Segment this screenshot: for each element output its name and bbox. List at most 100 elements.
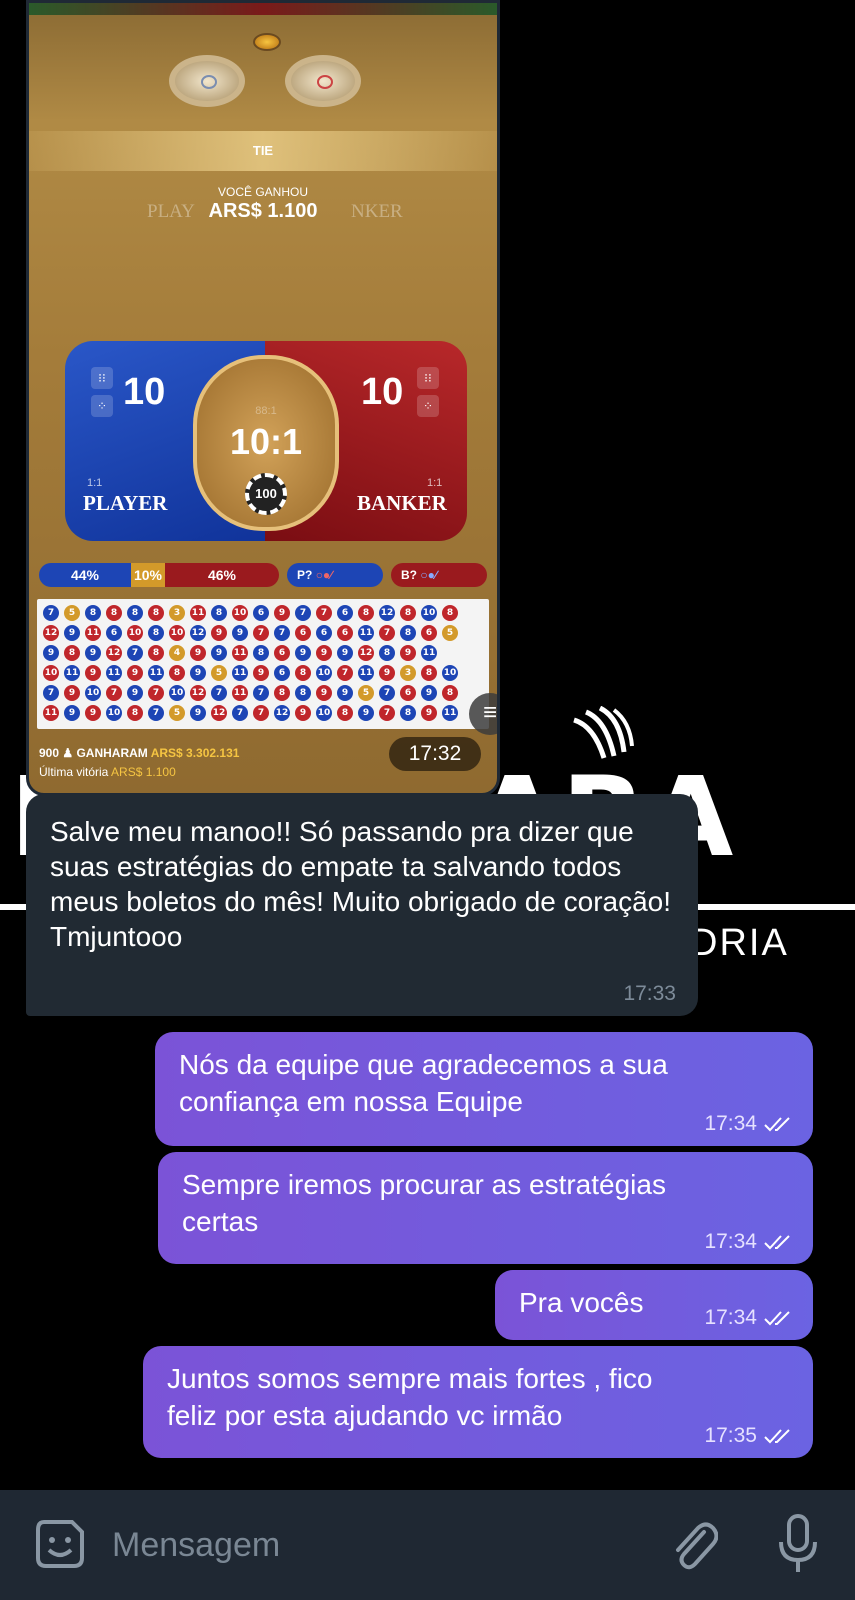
bead-result: 9 <box>337 645 353 661</box>
bead-result: 11 <box>43 705 59 721</box>
bead-result: 9 <box>85 645 101 661</box>
bead-result: 10 <box>316 665 332 681</box>
bead-result: 7 <box>379 705 395 721</box>
bead-result: 7 <box>253 625 269 641</box>
double-check-icon <box>764 1311 790 1326</box>
bead-result: 9 <box>400 645 416 661</box>
bead-result: 8 <box>421 665 437 681</box>
bead-result: 11 <box>442 705 458 721</box>
bead-result: 11 <box>232 665 248 681</box>
bead-result: 7 <box>148 705 164 721</box>
outgoing-message[interactable]: Pra vocês 17:34 <box>495 1270 813 1340</box>
bead-result: 12 <box>43 625 59 641</box>
bead-result: 8 <box>127 705 143 721</box>
double-check-icon <box>764 1429 790 1444</box>
bead-result: 8 <box>64 645 80 661</box>
player-predict-label: P? <box>297 568 313 582</box>
bead-result: 8 <box>127 605 143 621</box>
banker-predict-label: B? <box>401 568 417 582</box>
bead-result: 9 <box>43 645 59 661</box>
banker-label: BANKER <box>357 491 447 515</box>
message-time: 17:35 <box>704 1424 757 1447</box>
outgoing-message[interactable]: Juntos somos sempre mais fortes , fico fe… <box>143 1346 813 1458</box>
message-input-bar: Mensagem <box>0 1490 855 1600</box>
message-text: Juntos somos sempre mais fortes , fico fe… <box>167 1360 653 1434</box>
bead-result: 6 <box>295 625 311 641</box>
bead-result: 6 <box>253 605 269 621</box>
paperclip-icon[interactable] <box>668 1516 718 1572</box>
player-predict-button[interactable]: P? ○●∕ <box>287 563 383 587</box>
bead-result: 8 <box>400 605 416 621</box>
bead-result: 9 <box>64 685 80 701</box>
bead-result: 6 <box>337 625 353 641</box>
bead-result: 3 <box>169 605 185 621</box>
bead-result: 12 <box>106 645 122 661</box>
bead-result: 12 <box>211 705 227 721</box>
photo-message[interactable]: TIE VOCÊ GANHOU PLAY NKER ARS$ 1.100 ⁝⁝ … <box>26 0 500 796</box>
bead-result: 10 <box>43 665 59 681</box>
bead-result: 9 <box>421 685 437 701</box>
banker-payout: 1:1 <box>427 477 443 489</box>
bead-result: 6 <box>274 645 290 661</box>
bead-result: 7 <box>148 685 164 701</box>
banker-score: 10 <box>361 371 404 413</box>
message-meta: 17:34 <box>704 1306 797 1330</box>
bead-result: 8 <box>337 705 353 721</box>
bead-result: 9 <box>232 625 248 641</box>
bead-result: 7 <box>337 665 353 681</box>
bead-result: 12 <box>379 605 395 621</box>
outgoing-message[interactable]: Sempre iremos procurar as estratégias cer… <box>158 1152 813 1264</box>
bead-result: 8 <box>169 665 185 681</box>
bead-result: 9 <box>316 645 332 661</box>
table-felt <box>29 3 497 15</box>
bead-result: 11 <box>148 665 164 681</box>
bead-result: 8 <box>274 685 290 701</box>
message-line: Juntos somos sempre mais fortes , fico <box>167 1363 653 1394</box>
double-check-icon <box>764 1235 790 1250</box>
last-win-amount: ARS$ 1.100 <box>111 765 176 779</box>
banker-predict-button[interactable]: B? ○●∕ <box>391 563 487 587</box>
message-line: Nós da equipe que agradecemos a sua <box>179 1049 668 1080</box>
banker-percent: 46% <box>165 563 279 587</box>
bead-result: 6 <box>106 625 122 641</box>
bead-result: 8 <box>442 605 458 621</box>
bead-result: 5 <box>358 685 374 701</box>
microphone-icon[interactable] <box>778 1512 818 1576</box>
message-time: 17:34 <box>704 1306 757 1329</box>
winners-amount: ARS$ 3.302.131 <box>150 746 240 760</box>
bead-result: 10 <box>169 625 185 641</box>
bead-result: 9 <box>379 665 395 681</box>
bead-result: 10 <box>169 685 185 701</box>
message-input[interactable]: Mensagem <box>112 1526 280 1565</box>
bead-result: 9 <box>211 645 227 661</box>
message-meta: 17:34 <box>704 1230 797 1254</box>
sticker-emoji-icon[interactable] <box>34 1518 86 1570</box>
bead-result: 9 <box>85 705 101 721</box>
winners-line: 900 ♟ GANHARAM ARS$ 3.302.131 <box>39 746 240 760</box>
bead-result: 11 <box>421 645 437 661</box>
bead-result: 9 <box>337 685 353 701</box>
bead-result: 11 <box>190 605 206 621</box>
result-stats-bar: 44% 10% 46% <box>39 563 279 587</box>
table-light <box>253 33 281 51</box>
tie-bet-spot[interactable]: 88:1 10:1 100 <box>193 355 339 531</box>
dice-icon: ⁘ <box>417 395 439 417</box>
message-line: Sempre iremos procurar as estratégias <box>182 1169 666 1200</box>
bead-result: 11 <box>106 665 122 681</box>
bead-result: 10 <box>232 605 248 621</box>
bead-result: 7 <box>379 685 395 701</box>
message-line: certas <box>182 1206 259 1237</box>
bead-result: 8 <box>85 605 101 621</box>
message-meta: 17:35 <box>704 1424 797 1448</box>
message-time: 17:33 <box>623 982 676 1005</box>
bead-result: 11 <box>358 625 374 641</box>
banker-card-dish <box>285 55 361 107</box>
bead-result: 8 <box>295 685 311 701</box>
bead-result: 10 <box>442 665 458 681</box>
bead-result: 10 <box>106 705 122 721</box>
outgoing-message[interactable]: Nós da equipe que agradecemos a sua confi… <box>155 1032 813 1146</box>
bead-result: 10 <box>316 705 332 721</box>
message-text: Salve meu manoo!! Só passando pra dizer … <box>50 816 672 952</box>
incoming-message[interactable]: Salve meu manoo!! Só passando pra dizer … <box>26 794 698 1016</box>
bead-result: 7 <box>232 705 248 721</box>
